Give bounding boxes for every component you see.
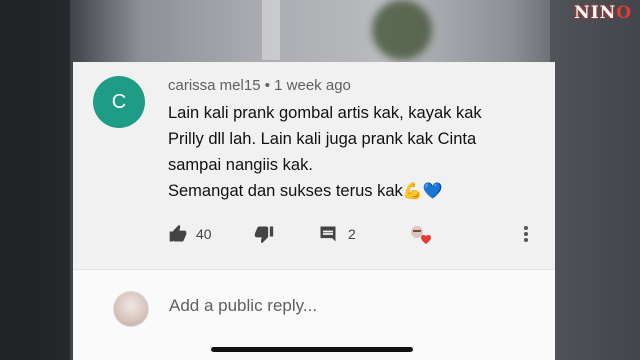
reply-comment-icon [320,226,336,242]
more-vert-icon [524,226,528,242]
thumbs-up-icon [169,224,187,242]
like-count: 40 [196,226,212,242]
comment-line-3: sampai nangiis kak. [168,156,313,174]
comment-time: 1 week ago [274,77,351,94]
creator-heart-badge [408,224,434,246]
home-indicator-bar[interactable] [211,347,413,352]
creator-heart-icon [411,226,431,245]
comment-author[interactable]: carissa mel15 [168,77,261,94]
flexed-biceps-emoji: 💪 [402,183,423,200]
comment-meta: carissa mel15 • 1 week ago [168,77,351,94]
comment-body: Lain kali prank gombal artis kak, kayak … [168,100,548,205]
current-user-avatar [113,291,149,327]
watermark-text-b: O [616,3,632,23]
comment-line-1: Lain kali prank gombal artis kak, kayak … [168,104,482,122]
watermark-text-a: NIN [574,3,617,23]
blue-heart-emoji: 💙 [422,183,443,200]
comment-card: C carissa mel15 • 1 week ago Lain kali p… [73,62,555,360]
thumbs-down-icon [254,226,274,244]
comment-thread: C carissa mel15 • 1 week ago Lain kali p… [73,62,555,269]
dislike-button[interactable] [254,224,274,244]
reply-count: 2 [348,226,356,242]
meta-separator: • [264,77,270,94]
comment-line-4: Semangat dan sukses terus kak💪💙 [168,178,548,205]
more-options-button[interactable] [522,224,530,244]
reply-button[interactable]: 2 [318,224,356,244]
like-button[interactable]: 40 [168,224,212,244]
public-reply-input[interactable]: Add a public reply... [169,296,317,316]
commenter-avatar[interactable]: C [93,76,145,128]
channel-watermark-logo: NINO [574,3,632,23]
comment-line-4-text: Semangat dan sukses terus kak [168,182,403,200]
comment-line-2: Prilly dll lah. Lain kali juga prank kak… [168,130,477,148]
comment-actions: 40 2 [168,224,538,248]
avatar-letter: C [111,90,127,113]
divider [73,269,555,270]
